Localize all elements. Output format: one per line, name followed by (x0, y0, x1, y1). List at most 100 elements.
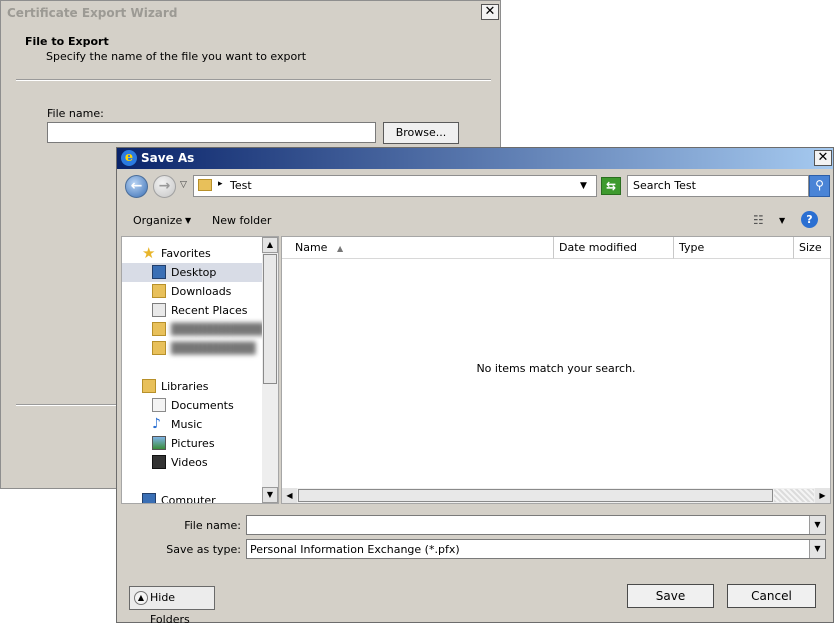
address-dropdown[interactable]: ▼ (580, 181, 587, 191)
cancel-button[interactable]: Cancel (727, 584, 816, 608)
sidebar-item-label: Desktop (171, 266, 217, 279)
sidebar-item-label: Music (171, 418, 203, 431)
chevron-left-icon: ◀ (286, 491, 293, 500)
sidebar-item-favorites[interactable]: ★ Favorites (122, 244, 262, 263)
wizard-title: Certificate Export Wizard (7, 6, 178, 20)
refresh-button[interactable]: ⇆ (601, 177, 621, 195)
sidebar-item-music[interactable]: ♪ Music (122, 415, 262, 434)
scroll-up-button[interactable]: ▲ (262, 237, 278, 253)
back-button[interactable]: ← (125, 175, 148, 198)
scroll-thumb[interactable] (263, 254, 277, 384)
sort-ascending-icon: ▲ (336, 244, 344, 253)
sidebar-item-label: Libraries (161, 380, 209, 393)
file-list-pane[interactable]: Name ▲ Date modified Type Size No items … (281, 236, 831, 504)
sidebar-item-pictures[interactable]: Pictures (122, 434, 262, 453)
chevron-down-icon[interactable]: ▼ (779, 216, 785, 225)
libraries-icon (142, 379, 156, 393)
save-as-close-button[interactable]: ✕ (814, 150, 832, 166)
sidebar-item-label: Pictures (171, 437, 215, 450)
file-name-dropdown[interactable]: ▼ (809, 516, 825, 534)
close-icon: ✕ (484, 4, 496, 19)
scroll-track[interactable] (774, 489, 814, 502)
refresh-icon: ⇆ (605, 179, 617, 193)
folder-icon (198, 179, 212, 191)
breadcrumb-separator[interactable]: ▸ (218, 179, 223, 189)
hide-folders-label: Hide Folders (150, 591, 190, 626)
sidebar-item-label: ███████████ (171, 323, 265, 336)
chevron-right-icon: ▶ (819, 491, 826, 500)
folder-icon (152, 341, 166, 355)
new-folder-button[interactable]: New folder (212, 214, 271, 227)
desktop-icon (152, 265, 166, 279)
organize-button[interactable]: Organize (133, 214, 182, 227)
change-view-icon[interactable]: ☷ (753, 213, 771, 227)
breadcrumb-item-test[interactable]: Test (230, 179, 252, 192)
chevron-down-icon[interactable]: ▼ (185, 216, 191, 225)
sidebar-item-redacted-1[interactable]: ███████████ (122, 320, 265, 339)
wizard-header-subtitle: Specify the name of the file you want to… (46, 50, 307, 63)
file-name-label: File name: (184, 519, 241, 532)
column-header-name[interactable]: Name ▲ (282, 237, 554, 259)
sidebar-item-downloads[interactable]: Downloads (122, 282, 262, 301)
wizard-file-name-input[interactable] (47, 122, 376, 143)
navigation-pane[interactable]: ★ Favorites Desktop Downloads Recent Pla… (121, 236, 279, 504)
hide-folders-button[interactable]: ▲ Hide Folders (129, 586, 215, 626)
navigation-pane-scrollbar[interactable]: ▲ ▼ (262, 237, 278, 503)
sidebar-item-label: ██████████ (171, 342, 256, 355)
sidebar-item-label: Documents (171, 399, 234, 412)
address-bar[interactable]: ▸ Test ▼ (193, 175, 597, 197)
sidebar-item-label: Videos (171, 456, 208, 469)
sidebar-item-label: Recent Places (171, 304, 248, 317)
save-button[interactable]: Save (627, 584, 714, 608)
forward-button[interactable]: → (153, 175, 176, 198)
chevron-up-icon: ▲ (134, 591, 148, 605)
scroll-thumb[interactable] (298, 489, 773, 502)
wizard-header-divider (16, 79, 491, 81)
chevron-down-icon: ▼ (814, 520, 821, 529)
save-as-type-value: Personal Information Exchange (*.pfx) (250, 543, 460, 556)
save-as-type-label: Save as type: (166, 543, 241, 556)
save-as-type-dropdown[interactable]: ▼ (809, 540, 825, 558)
sidebar-item-label: Downloads (171, 285, 232, 298)
downloads-folder-icon (152, 284, 166, 298)
sidebar-item-label: Computer (161, 494, 216, 504)
save-as-title: Save As (141, 151, 195, 165)
sidebar-item-label: Favorites (161, 247, 211, 260)
recent-locations-dropdown[interactable]: ▽ (180, 180, 187, 190)
wizard-close-button[interactable]: ✕ (481, 4, 499, 20)
recent-places-icon (152, 303, 166, 317)
column-header-type[interactable]: Type (674, 237, 794, 259)
sidebar-item-documents[interactable]: Documents (122, 396, 262, 415)
search-input[interactable]: Search Test (627, 175, 809, 197)
help-icon[interactable]: ? (801, 211, 818, 228)
sidebar-item-recent-places[interactable]: Recent Places (122, 301, 262, 320)
sidebar-item-desktop[interactable]: Desktop (122, 263, 262, 282)
sidebar-item-redacted-2[interactable]: ██████████ (122, 339, 262, 358)
scroll-right-button[interactable]: ▶ (815, 488, 830, 503)
wizard-header-title: File to Export (25, 35, 109, 48)
computer-icon (142, 493, 156, 503)
arrow-left-icon: ← (130, 178, 143, 194)
empty-list-message: No items match your search. (476, 362, 636, 375)
videos-icon (152, 455, 166, 469)
column-header-size[interactable]: Size (794, 237, 830, 259)
file-list-horizontal-scrollbar[interactable]: ◀ ▶ (282, 488, 830, 503)
sidebar-item-computer[interactable]: Computer (122, 491, 262, 504)
sidebar-item-libraries[interactable]: Libraries (122, 377, 262, 396)
save-as-dialog: e Save As ✕ ← → ▽ ▸ Test ▼ ⇆ Search Test… (116, 147, 834, 626)
column-header-date-modified[interactable]: Date modified (554, 237, 674, 259)
sidebar-item-videos[interactable]: Videos (122, 453, 262, 472)
close-icon: ✕ (817, 150, 829, 165)
chevron-down-icon: ▼ (580, 181, 587, 191)
wizard-browse-button[interactable]: Browse... (383, 122, 459, 144)
search-button[interactable]: ⚲ (809, 175, 830, 197)
scroll-down-button[interactable]: ▼ (262, 487, 278, 503)
music-icon: ♪ (152, 416, 161, 432)
chevron-up-icon: ▲ (266, 240, 274, 249)
chevron-down-icon: ▼ (266, 490, 274, 499)
save-as-type-select[interactable]: Personal Information Exchange (*.pfx) ▼ (246, 539, 826, 559)
pictures-icon (152, 436, 166, 450)
file-name-field[interactable]: ▼ (246, 515, 826, 535)
wizard-file-name-label: File name: (47, 107, 104, 120)
scroll-left-button[interactable]: ◀ (282, 488, 297, 503)
